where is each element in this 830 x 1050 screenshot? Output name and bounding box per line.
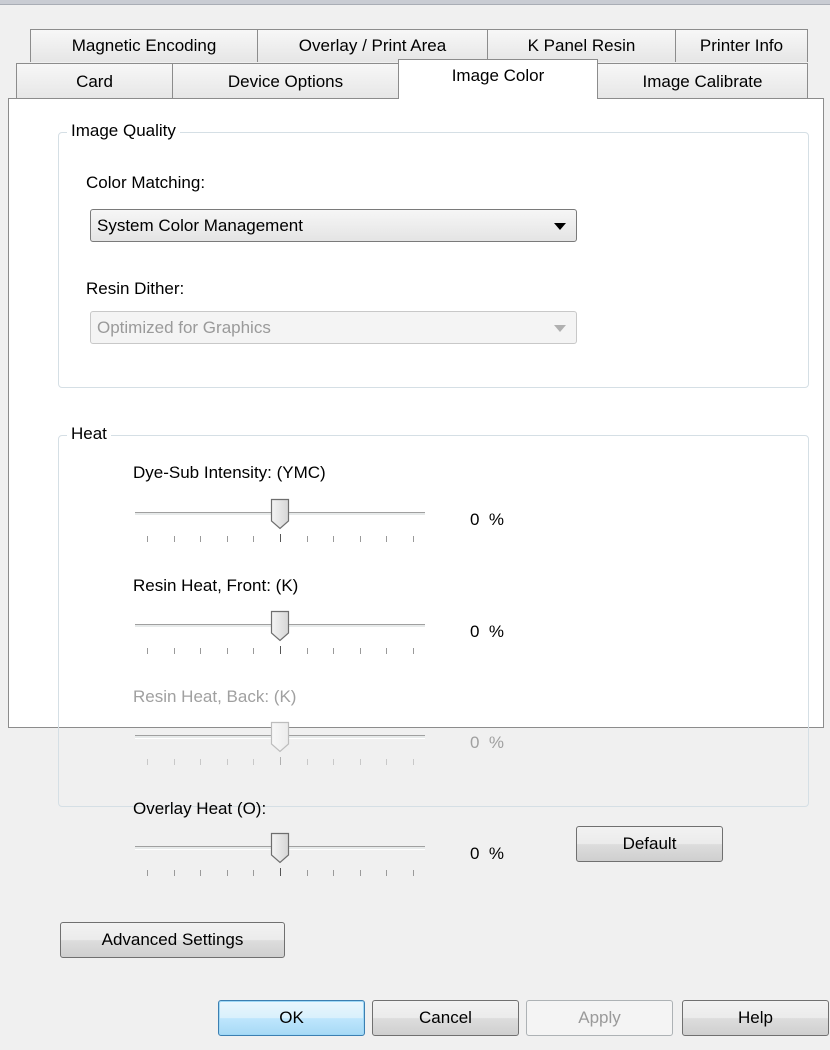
slider-tick (173, 536, 175, 542)
apply-button: Apply (526, 1000, 673, 1036)
slider-tick (333, 870, 335, 876)
slider-tick (226, 536, 228, 542)
default-button[interactable]: Default (576, 826, 723, 862)
tab-label: Image Color (451, 65, 545, 85)
slider-tick (280, 868, 281, 876)
slider-ticks (135, 534, 425, 544)
ok-button[interactable]: OK (218, 1000, 365, 1036)
slider-tick (200, 870, 202, 876)
slider-tick (253, 536, 255, 542)
image-quality-group: Image Quality Color Matching: System Col… (58, 121, 809, 388)
slider-tick (386, 870, 388, 876)
slider-tick (359, 536, 361, 542)
overlay-heat-value: 0 % (470, 844, 505, 863)
overlay-heat-slider[interactable] (135, 832, 425, 882)
color-matching-label: Color Matching: (86, 173, 206, 192)
slider-tick (253, 648, 255, 654)
cancel-button[interactable]: Cancel (372, 1000, 519, 1036)
slider-tick (333, 648, 335, 654)
window-top-edge (0, 0, 830, 5)
dropdown-arrow-icon (554, 223, 566, 230)
resin-dither-label: Resin Dither: (86, 279, 185, 298)
slider-tick (226, 759, 228, 765)
resin-heat-front-value: 0 % (470, 622, 505, 641)
resin-heat-back-slider (135, 721, 425, 771)
slider-tick (386, 648, 388, 654)
color-matching-dropdown[interactable]: System Color Management (90, 209, 577, 242)
slider-tick (306, 759, 308, 765)
slider-tick (200, 536, 202, 542)
slider-tick (359, 648, 361, 654)
slider-tick (147, 536, 148, 542)
slider-tick (386, 536, 388, 542)
resin-dither-dropdown: Optimized for Graphics (90, 311, 577, 344)
dye-sub-intensity-slider[interactable] (135, 498, 425, 548)
tab-k-panel-resin[interactable]: K Panel Resin (487, 29, 676, 62)
advanced-settings-button[interactable]: Advanced Settings (60, 922, 285, 958)
tab-card[interactable]: Card (16, 63, 173, 99)
help-button[interactable]: Help (682, 1000, 829, 1036)
tab-device-options[interactable]: Device Options (172, 63, 399, 99)
tab-label: Overlay / Print Area (298, 36, 447, 55)
slider-ticks (135, 868, 425, 878)
slider-tick (173, 870, 175, 876)
slider-tick (200, 648, 202, 654)
tab-printer-info[interactable]: Printer Info (675, 29, 808, 62)
color-matching-value: System Color Management (97, 215, 303, 235)
dropdown-arrow-icon (554, 325, 566, 332)
slider-tick (280, 534, 281, 542)
overlay-heat-label: Overlay Heat (O): (133, 799, 267, 818)
tab-label: Card (76, 71, 113, 91)
slider-tick (413, 870, 414, 876)
slider-tick (147, 648, 148, 654)
tab-label: Device Options (227, 71, 344, 91)
tab-image-color[interactable]: Image Color (398, 59, 598, 99)
resin-heat-front-slider[interactable] (135, 610, 425, 660)
slider-tick (306, 536, 308, 542)
slider-tick (147, 870, 148, 876)
tab-label: Printer Info (699, 36, 784, 55)
slider-tick (280, 646, 281, 654)
slider-tick (226, 870, 228, 876)
slider-tick (253, 870, 255, 876)
dye-sub-intensity-label: Dye-Sub Intensity: (YMC) (133, 463, 326, 482)
slider-tick (306, 870, 308, 876)
resin-heat-back-label: Resin Heat, Back: (K) (133, 687, 297, 706)
slider-tick (253, 759, 255, 765)
slider-tick (147, 759, 148, 765)
slider-tick (280, 757, 281, 765)
slider-tick (359, 759, 361, 765)
tab-label: Magnetic Encoding (71, 36, 217, 55)
slider-tick (359, 870, 361, 876)
tab-image-calibrate[interactable]: Image Calibrate (597, 63, 808, 99)
slider-thumb[interactable] (270, 498, 290, 530)
slider-tick (226, 648, 228, 654)
slider-tick (306, 648, 308, 654)
slider-tick (413, 536, 414, 542)
tab-label: K Panel Resin (527, 36, 636, 55)
slider-tick (173, 759, 175, 765)
slider-tick (413, 759, 414, 765)
slider-tick (200, 759, 202, 765)
slider-ticks (135, 757, 425, 767)
slider-tick (386, 759, 388, 765)
slider-thumb[interactable] (270, 610, 290, 642)
slider-tick (413, 648, 414, 654)
slider-tick (333, 759, 335, 765)
image-quality-title: Image Quality (67, 121, 180, 141)
slider-tick (173, 648, 175, 654)
slider-thumb (270, 721, 290, 753)
dye-sub-intensity-value: 0 % (470, 510, 505, 529)
heat-title: Heat (67, 424, 111, 444)
slider-tick (333, 536, 335, 542)
tab-magnetic-encoding[interactable]: Magnetic Encoding (30, 29, 258, 62)
tab-label: Image Calibrate (642, 71, 763, 91)
slider-thumb[interactable] (270, 832, 290, 864)
slider-ticks (135, 646, 425, 656)
resin-dither-value: Optimized for Graphics (97, 317, 271, 337)
resin-heat-back-value: 0 % (470, 733, 505, 752)
resin-heat-front-label: Resin Heat, Front: (K) (133, 576, 299, 595)
tab-overlay-print-area[interactable]: Overlay / Print Area (257, 29, 488, 62)
